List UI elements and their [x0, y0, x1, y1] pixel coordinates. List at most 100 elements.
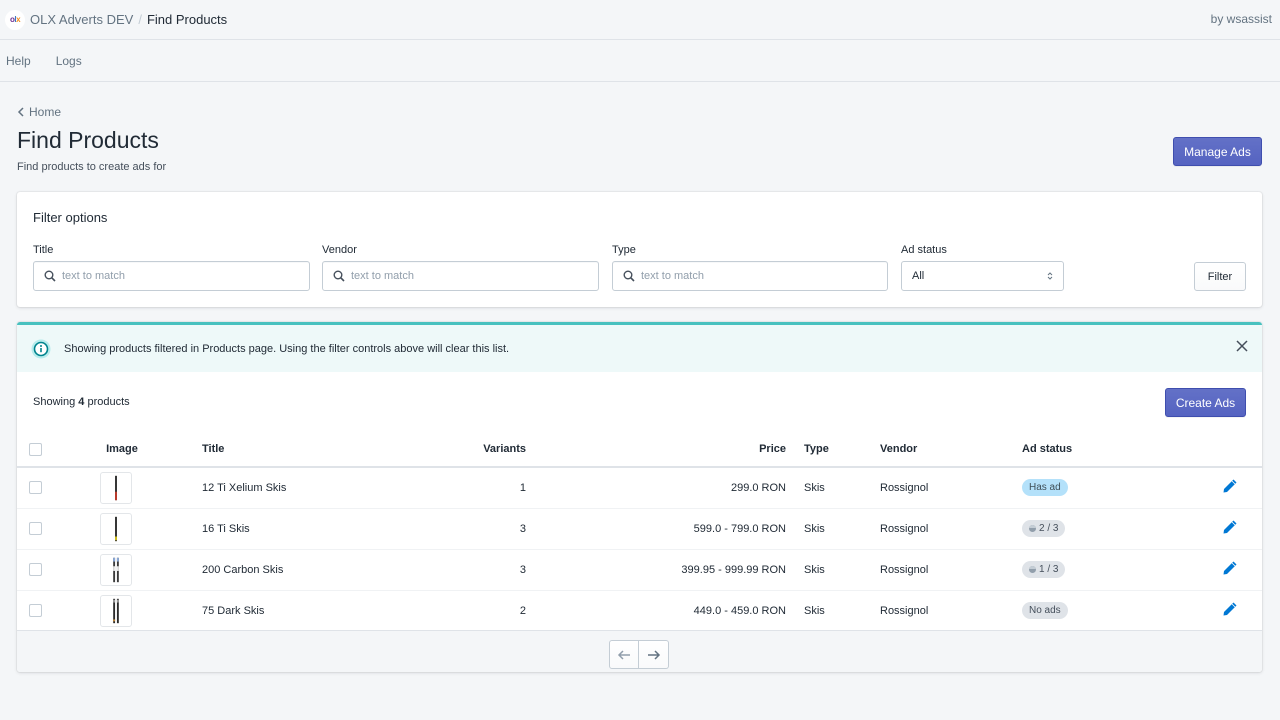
row-title[interactable]: 75 Dark Skis	[202, 590, 462, 632]
row-checkbox[interactable]	[29, 481, 42, 495]
filter-button[interactable]: Filter	[1194, 262, 1246, 291]
type-filter-input[interactable]	[641, 270, 887, 282]
ad-status-badge: 2 / 3	[1022, 520, 1066, 537]
row-image-cell	[42, 467, 202, 509]
row-checkbox[interactable]	[29, 563, 42, 576]
row-variants: 2	[462, 590, 526, 632]
title-filter-input[interactable]	[62, 270, 309, 282]
results-count-prefix: Showing	[33, 396, 79, 408]
ad-status-text: Has ad	[1029, 482, 1061, 494]
arrow-left-icon	[617, 649, 630, 660]
edit-pencil-icon[interactable]	[1222, 519, 1238, 535]
table-row[interactable]: 12 Ti Xelium Skis 1 299.0 RON Skis Rossignol…	[17, 467, 1262, 509]
results-count: Showing 4 products	[33, 396, 130, 408]
info-banner: Showing products filtered in Products pa…	[17, 322, 1262, 372]
ad-status-text: No ads	[1029, 605, 1061, 616]
info-icon	[31, 339, 51, 358]
app-title[interactable]: OLX Adverts DEV	[30, 12, 133, 27]
results-card: Showing products filtered in Products pa…	[17, 322, 1262, 672]
edit-pencil-icon[interactable]	[1222, 478, 1238, 494]
row-select-cell	[17, 590, 42, 632]
filter-options-heading: Filter options	[33, 210, 108, 225]
ski-image-icon	[115, 475, 117, 500]
back-to-home-link[interactable]: Home	[17, 105, 61, 119]
ad-status-select[interactable]: All	[901, 261, 1064, 291]
ad-status-badge: 1 / 3	[1022, 561, 1066, 578]
previous-page-button[interactable]	[609, 640, 639, 669]
results-count-suffix: products	[84, 396, 130, 408]
select-all-checkbox[interactable]	[29, 442, 42, 456]
row-title[interactable]: 200 Carbon Skis	[202, 549, 462, 591]
table-row[interactable]: 16 Ti Skis 3 599.0 - 799.0 RON Skis Rossigno…	[17, 508, 1262, 550]
info-banner-text: Showing products filtered in Products pa…	[64, 342, 510, 355]
row-vendor: Rossignol	[880, 508, 1022, 550]
back-label: Home	[29, 105, 62, 119]
row-checkbox[interactable]	[29, 604, 42, 617]
create-ads-button[interactable]: Create Ads	[1165, 388, 1246, 417]
close-icon[interactable]	[1236, 340, 1248, 352]
next-page-button[interactable]	[639, 640, 669, 669]
row-vendor: Rossignol	[880, 467, 1022, 509]
row-ad-status-cell: 2 / 3	[1022, 508, 1222, 550]
ski-image-icon	[113, 557, 119, 582]
row-ad-status-cell: 1 / 3	[1022, 549, 1222, 591]
edit-pencil-icon[interactable]	[1222, 560, 1238, 576]
ad-status-text: 2 / 3	[1039, 523, 1059, 534]
row-actions-cell	[1222, 549, 1262, 591]
column-header-variants[interactable]: Variants	[462, 432, 526, 468]
partial-status-icon	[1029, 566, 1036, 573]
search-icon	[44, 270, 56, 282]
row-select-cell	[17, 508, 42, 550]
row-title[interactable]: 16 Ti Skis	[202, 508, 462, 550]
table-row[interactable]: 200 Carbon Skis 3 399.95 - 999.99 RON Skis R…	[17, 549, 1262, 591]
ad-status-filter-label: Ad status	[901, 244, 947, 256]
byline: by wsassist	[1210, 12, 1272, 26]
ad-status-badge: Has ad	[1022, 479, 1068, 497]
ad-status-badge: No ads	[1022, 602, 1068, 619]
nav-logs-link[interactable]: Logs	[56, 54, 82, 68]
row-type: Skis	[786, 549, 880, 591]
select-all-cell	[17, 432, 42, 468]
row-select-cell	[17, 467, 42, 509]
column-header-vendor[interactable]: Vendor	[880, 432, 1022, 468]
ski-image-icon	[113, 598, 119, 623]
breadcrumb-current-page: Find Products	[146, 12, 228, 27]
pagination-footer	[17, 630, 1262, 672]
row-ad-status-cell: Has ad	[1022, 467, 1222, 509]
ad-status-filter-field: Ad status All	[901, 244, 1064, 291]
row-variants: 3	[462, 508, 526, 550]
row-checkbox[interactable]	[29, 522, 42, 535]
olx-logo: olx	[5, 9, 25, 30]
row-vendor: Rossignol	[880, 590, 1022, 632]
arrow-right-icon	[647, 649, 660, 660]
filter-options-card: Filter options Title Vendor Type Ad stat…	[17, 192, 1262, 307]
type-filter-box[interactable]	[612, 261, 888, 291]
row-type: Skis	[786, 508, 880, 550]
row-title[interactable]: 12 Ti Xelium Skis	[202, 467, 462, 509]
column-header-title[interactable]: Title	[202, 432, 462, 468]
breadcrumb-separator: /	[138, 12, 142, 27]
vendor-filter-box[interactable]	[322, 261, 599, 291]
type-filter-field: Type	[612, 244, 888, 291]
table-row[interactable]: 75 Dark Skis 2 449.0 - 459.0 RON Skis Rossig…	[17, 590, 1262, 632]
vendor-filter-input[interactable]	[351, 270, 598, 282]
nav-help-link[interactable]: Help	[6, 54, 31, 68]
page-title: Find Products	[17, 127, 159, 153]
edit-pencil-icon[interactable]	[1222, 601, 1238, 617]
row-price: 599.0 - 799.0 RON	[526, 508, 786, 550]
search-icon	[623, 270, 635, 282]
row-image-cell	[42, 549, 202, 591]
select-arrows-icon	[1047, 272, 1053, 280]
title-filter-field: Title	[33, 244, 310, 291]
logo-letter-x: x	[16, 15, 21, 24]
manage-ads-button[interactable]: Manage Ads	[1173, 137, 1262, 166]
column-header-price[interactable]: Price	[526, 432, 786, 468]
row-actions-cell	[1222, 508, 1262, 550]
product-thumbnail	[100, 594, 132, 627]
title-filter-box[interactable]	[33, 261, 310, 291]
product-thumbnail	[100, 553, 132, 586]
column-header-type[interactable]: Type	[786, 432, 880, 468]
row-select-cell	[17, 549, 42, 591]
type-filter-label: Type	[612, 244, 636, 256]
ski-image-icon	[115, 516, 117, 541]
